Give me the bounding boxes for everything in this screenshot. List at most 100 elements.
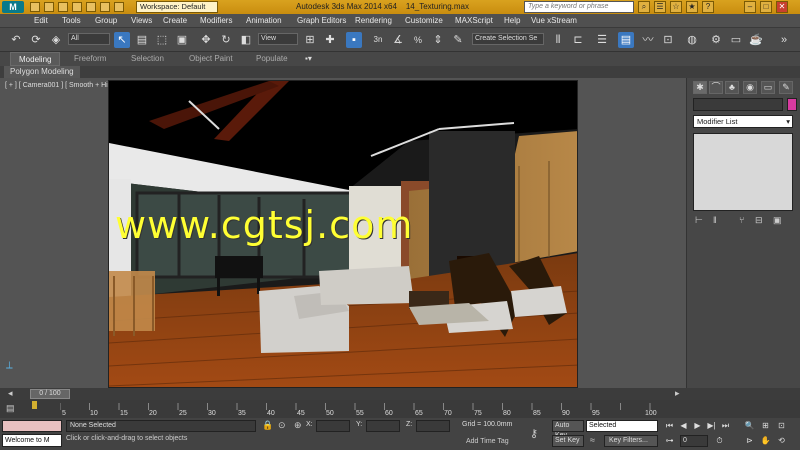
menu-edit[interactable]: Edit bbox=[34, 16, 48, 25]
render-production-icon[interactable]: ☕ bbox=[748, 32, 764, 48]
close-button[interactable]: ✕ bbox=[776, 1, 788, 13]
new-file-icon[interactable] bbox=[30, 2, 40, 12]
ribbon-options-icon[interactable]: ▪▾ bbox=[305, 54, 312, 63]
tab-freeform[interactable]: Freeform bbox=[74, 54, 106, 63]
toolbar-overflow-icon[interactable]: » bbox=[776, 32, 792, 48]
undo-icon[interactable] bbox=[72, 2, 82, 12]
polygon-modeling-panel[interactable]: Polygon Modeling bbox=[4, 66, 80, 78]
zoom-icon[interactable]: 🔍 bbox=[744, 420, 755, 432]
menu-graph-editors[interactable]: Graph Editors bbox=[297, 16, 346, 25]
select-and-move-icon[interactable]: ✥ bbox=[198, 32, 214, 48]
project-folder-icon[interactable] bbox=[100, 2, 110, 12]
modifier-list-dropdown[interactable]: Modifier List ▾ bbox=[693, 115, 793, 128]
modifier-stack[interactable] bbox=[693, 133, 793, 211]
menu-modifiers[interactable]: Modifiers bbox=[200, 16, 232, 25]
pivot-center-icon[interactable]: ⊞ bbox=[302, 32, 318, 48]
configure-modifier-sets-icon[interactable]: ▣ bbox=[773, 215, 782, 226]
keyboard-shortcut-override-icon[interactable]: ▪ bbox=[346, 32, 362, 48]
time-configuration-icon[interactable]: ⏱ bbox=[714, 435, 725, 447]
maxscript-listener-input[interactable] bbox=[2, 420, 62, 432]
motion-tab-icon[interactable]: ◉ bbox=[743, 81, 757, 94]
snap-toggle-icon[interactable]: 3n bbox=[370, 32, 386, 48]
curve-editor-icon[interactable]: 〰 bbox=[640, 32, 656, 48]
material-editor-icon[interactable]: ◍ bbox=[684, 32, 700, 48]
edit-named-selection-icon[interactable]: ✎ bbox=[450, 32, 466, 48]
isolate-selection-icon[interactable]: ⊙ bbox=[278, 420, 286, 431]
tab-modeling[interactable]: Modeling bbox=[10, 52, 61, 66]
set-key-icon[interactable]: ⚷ bbox=[530, 427, 538, 440]
default-in-out-tangent-icon[interactable]: ≈ bbox=[590, 435, 595, 445]
select-and-rotate-icon[interactable]: ↻ bbox=[218, 32, 234, 48]
window-crossing-icon[interactable]: ▣ bbox=[174, 32, 190, 48]
align-icon[interactable]: ⊏ bbox=[570, 32, 586, 48]
set-key-button[interactable]: Set Key bbox=[552, 435, 584, 447]
save-file-icon[interactable] bbox=[58, 2, 68, 12]
mini-curve-editor-icon[interactable]: ▤ bbox=[6, 403, 15, 414]
current-frame-field[interactable]: 0 bbox=[680, 435, 708, 447]
menu-group[interactable]: Group bbox=[95, 16, 117, 25]
next-frame-icon[interactable]: ▶| bbox=[706, 420, 717, 432]
mirror-icon[interactable]: ⫴ bbox=[550, 32, 566, 48]
lock-selection-icon[interactable]: 🔒 bbox=[262, 420, 273, 431]
rendered-frame-window-icon[interactable]: ▭ bbox=[728, 32, 744, 48]
workspace-dropdown[interactable]: Workspace: Default bbox=[136, 1, 218, 13]
menu-maxscript[interactable]: MAXScript bbox=[455, 16, 493, 25]
field-of-view-icon[interactable]: ⊳ bbox=[744, 435, 755, 447]
menu-vue-xstream[interactable]: Vue xStream bbox=[531, 16, 577, 25]
x-coordinate-field[interactable] bbox=[316, 420, 350, 432]
search-input[interactable]: Type a keyword or phrase bbox=[524, 1, 634, 13]
undo-icon[interactable]: ↶ bbox=[8, 32, 24, 48]
spinner-snap-icon[interactable]: ⇕ bbox=[430, 32, 446, 48]
track-bar[interactable]: ▤ 5 10 15 20 25 30 35 40 45 50 55 60 65 … bbox=[0, 400, 800, 418]
create-tab-icon[interactable]: ✱ bbox=[693, 81, 707, 94]
make-unique-icon[interactable]: ⑂ bbox=[739, 215, 744, 225]
render-setup-icon[interactable]: ⚙ bbox=[708, 32, 724, 48]
maxscript-listener-output[interactable]: Welcome to M bbox=[2, 434, 62, 447]
named-selection-dropdown[interactable]: Create Selection Se bbox=[472, 33, 544, 45]
remove-modifier-icon[interactable]: ⊟ bbox=[755, 215, 763, 226]
quick-access-dropdown-icon[interactable] bbox=[114, 2, 124, 12]
redo-icon[interactable]: ⟳ bbox=[28, 32, 44, 48]
next-frame-icon[interactable]: ▸ bbox=[675, 388, 680, 399]
rectangular-selection-icon[interactable]: ⬚ bbox=[154, 32, 170, 48]
communication-center-icon[interactable]: ☆ bbox=[670, 1, 682, 13]
angle-snap-icon[interactable]: ∡ bbox=[390, 32, 406, 48]
time-slider-bar[interactable]: 0 / 100 ◂ ▸ bbox=[0, 388, 800, 400]
select-object-icon[interactable]: ↖ bbox=[114, 32, 130, 48]
menu-create[interactable]: Create bbox=[163, 16, 187, 25]
binoculars-icon[interactable]: ⌕ bbox=[638, 1, 650, 13]
open-file-icon[interactable] bbox=[44, 2, 54, 12]
tab-selection[interactable]: Selection bbox=[131, 54, 164, 63]
bind-spacewarp-icon[interactable]: ◈ bbox=[48, 32, 64, 48]
redo-icon[interactable] bbox=[86, 2, 96, 12]
select-and-scale-icon[interactable]: ◧ bbox=[238, 32, 254, 48]
reference-coordinate-dropdown[interactable]: View bbox=[258, 33, 298, 45]
pan-icon[interactable]: ✋ bbox=[760, 435, 771, 447]
key-mode-dropdown[interactable]: Selected bbox=[586, 420, 658, 432]
maximize-button[interactable]: □ bbox=[760, 1, 772, 13]
prev-frame-icon[interactable]: ◂ bbox=[8, 388, 13, 399]
go-to-start-icon[interactable]: ⏮ bbox=[664, 420, 675, 432]
hierarchy-tab-icon[interactable]: ♣ bbox=[725, 81, 739, 94]
key-filters-button[interactable]: Key Filters... bbox=[604, 435, 658, 447]
show-end-result-icon[interactable]: ‖ bbox=[713, 215, 717, 225]
minimize-button[interactable]: – bbox=[744, 1, 756, 13]
y-coordinate-field[interactable] bbox=[366, 420, 400, 432]
display-tab-icon[interactable]: ▭ bbox=[761, 81, 775, 94]
current-frame-marker[interactable] bbox=[32, 401, 37, 409]
zoom-all-icon[interactable]: ⊞ bbox=[760, 420, 771, 432]
go-to-end-icon[interactable]: ⏭ bbox=[720, 420, 731, 432]
menu-animation[interactable]: Animation bbox=[246, 16, 282, 25]
absolute-mode-icon[interactable]: ⊕ bbox=[294, 420, 302, 431]
object-color-swatch[interactable] bbox=[787, 98, 797, 111]
tab-populate[interactable]: Populate bbox=[256, 54, 288, 63]
app-logo-icon[interactable]: M bbox=[2, 1, 24, 13]
select-manipulate-icon[interactable]: ✚ bbox=[322, 32, 338, 48]
modify-tab-icon[interactable]: ⌒ bbox=[709, 81, 723, 94]
menu-tools[interactable]: Tools bbox=[62, 16, 81, 25]
auto-key-button[interactable]: Auto Key bbox=[552, 420, 584, 439]
add-time-tag[interactable]: Add Time Tag bbox=[466, 438, 509, 445]
orbit-icon[interactable]: ⟲ bbox=[776, 435, 787, 447]
zoom-extents-icon[interactable]: ⊡ bbox=[776, 420, 787, 432]
favorites-icon[interactable]: ★ bbox=[686, 1, 698, 13]
